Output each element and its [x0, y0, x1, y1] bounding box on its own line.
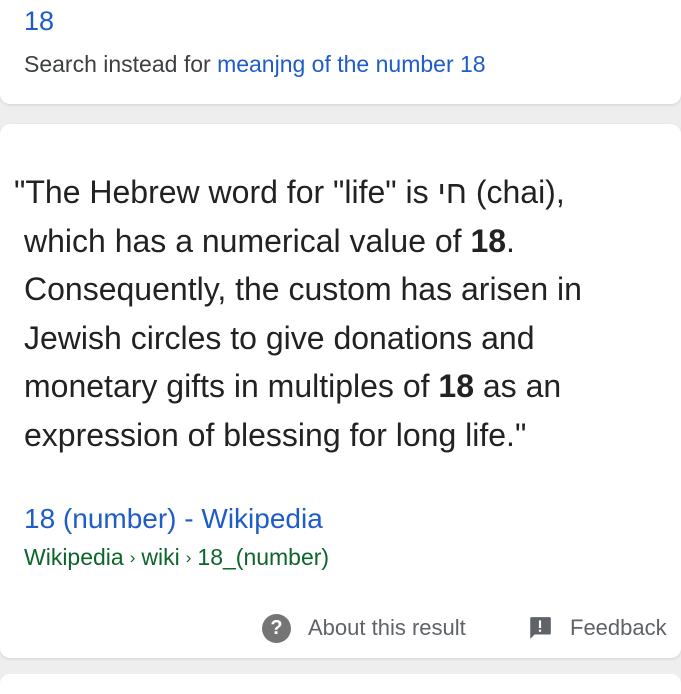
- breadcrumb-separator: ›: [185, 548, 192, 567]
- breadcrumb-separator: ›: [129, 548, 136, 567]
- snippet-line: expression of blessing for long life.": [24, 416, 527, 453]
- original-query-link[interactable]: meanjng of the number 18: [217, 51, 486, 77]
- breadcrumb-page: 18_(number): [197, 544, 330, 570]
- result-actions: ? About this result Feedback: [0, 611, 681, 645]
- snippet-text: "The Hebrew word for "life" is חי (chai)…: [14, 168, 674, 459]
- breadcrumb-site: Wikipedia: [24, 544, 124, 570]
- feedback-button[interactable]: Feedback: [527, 611, 667, 645]
- search-instead-text: Search instead for meanjng of the number…: [24, 51, 486, 78]
- featured-snippet-card: "The Hebrew word for "life" is חי (chai)…: [0, 124, 681, 658]
- about-this-result-button[interactable]: ? About this result: [262, 611, 466, 645]
- breadcrumb-path: wiki: [141, 544, 180, 570]
- spelling-correction-card: 18 Search instead for meanjng of the num…: [0, 0, 681, 104]
- next-result-card: [0, 674, 681, 694]
- snippet-line: which has a numerical value of 18.: [24, 222, 515, 259]
- highlight-term: 18: [438, 368, 474, 404]
- snippet-line: "The Hebrew word for "life" is חי (chai)…: [14, 174, 565, 210]
- feedback-label: Feedback: [570, 615, 667, 640]
- source-title-link[interactable]: 18 (number) - Wikipedia: [24, 503, 323, 535]
- snippet-line: Jewish circles to give donations and: [24, 319, 535, 356]
- snippet-line: monetary gifts in multiples of 18 as an: [24, 368, 562, 404]
- source-breadcrumb: Wikipedia › wiki › 18_(number): [24, 544, 329, 571]
- corrected-query-link[interactable]: 18: [24, 6, 54, 37]
- snippet-line: Consequently, the custom has arisen in: [24, 271, 582, 307]
- feedback-icon: [530, 617, 551, 639]
- highlight-term: 18: [470, 222, 507, 259]
- about-label: About this result: [308, 615, 466, 640]
- search-instead-prefix: Search instead for: [24, 51, 211, 77]
- help-icon: ?: [262, 613, 291, 643]
